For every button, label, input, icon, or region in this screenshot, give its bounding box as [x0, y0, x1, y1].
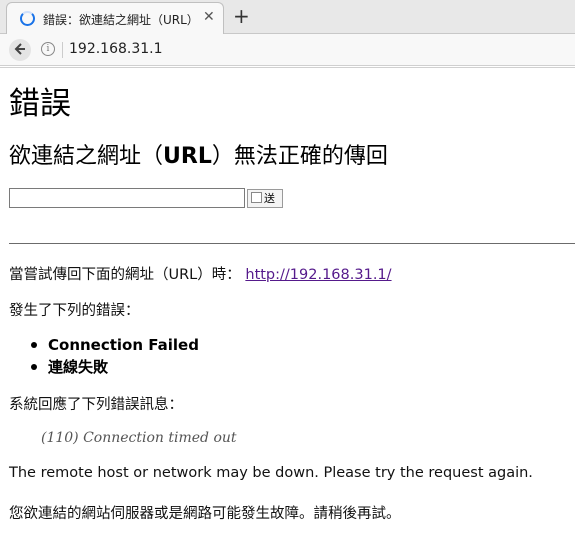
hint-chinese: 您欲連結的網站伺服器或是網路可能發生故障。請稍後再試。: [9, 506, 401, 522]
tried-url-line: 當嘗試傳回下面的網址（URL）時： http://192.168.31.1/: [9, 263, 392, 284]
arrow-left-icon: [14, 43, 25, 55]
close-tab-icon[interactable]: ✕: [203, 9, 215, 25]
list-item: Connection Failed: [27, 334, 199, 356]
errors-heading: 發生了下列的錯誤：: [9, 303, 140, 319]
tried-url-link[interactable]: http://192.168.31.1/: [245, 267, 391, 283]
system-message-heading: 系統回應了下列錯誤訊息：: [9, 397, 183, 413]
subtitle-pre: 欲連結之網址（: [9, 144, 164, 169]
browser-toolbar: i 192.168.31.1: [0, 34, 575, 66]
search-button[interactable]: 送: [247, 189, 283, 208]
address-bar[interactable]: 192.168.31.1: [69, 41, 163, 57]
image-icon: [251, 192, 262, 203]
page-subtitle: 欲連結之網址（URL）無法正確的傳回: [9, 138, 388, 170]
subtitle-post: ）無法正確的傳回: [211, 144, 388, 169]
error-list: Connection Failed 連線失敗: [27, 334, 199, 378]
tab-title: 錯誤：欲連結之網址（URL）: [43, 13, 199, 27]
browser-tab[interactable]: 錯誤：欲連結之網址（URL） ✕: [6, 2, 224, 34]
divider: [9, 243, 575, 244]
list-item: 連線失敗: [27, 356, 199, 378]
new-tab-button[interactable]: +: [233, 4, 250, 28]
tab-bar: 錯誤：欲連結之網址（URL） ✕ +: [0, 0, 575, 34]
system-message: (110) Connection timed out: [41, 430, 237, 446]
page-title: 錯誤: [9, 86, 71, 122]
address-separator: [62, 42, 63, 58]
search-input[interactable]: [9, 188, 245, 208]
back-button[interactable]: [9, 39, 31, 61]
hint-english: The remote host or network may be down. …: [9, 465, 533, 481]
viewport-border: [0, 67, 575, 68]
info-icon[interactable]: i: [41, 42, 55, 56]
subtitle-url: URL: [163, 144, 212, 169]
loading-spinner-icon: [20, 11, 35, 26]
search-button-label: 送: [264, 192, 275, 205]
tried-url-text: 當嘗試傳回下面的網址（URL）時：: [9, 267, 241, 283]
